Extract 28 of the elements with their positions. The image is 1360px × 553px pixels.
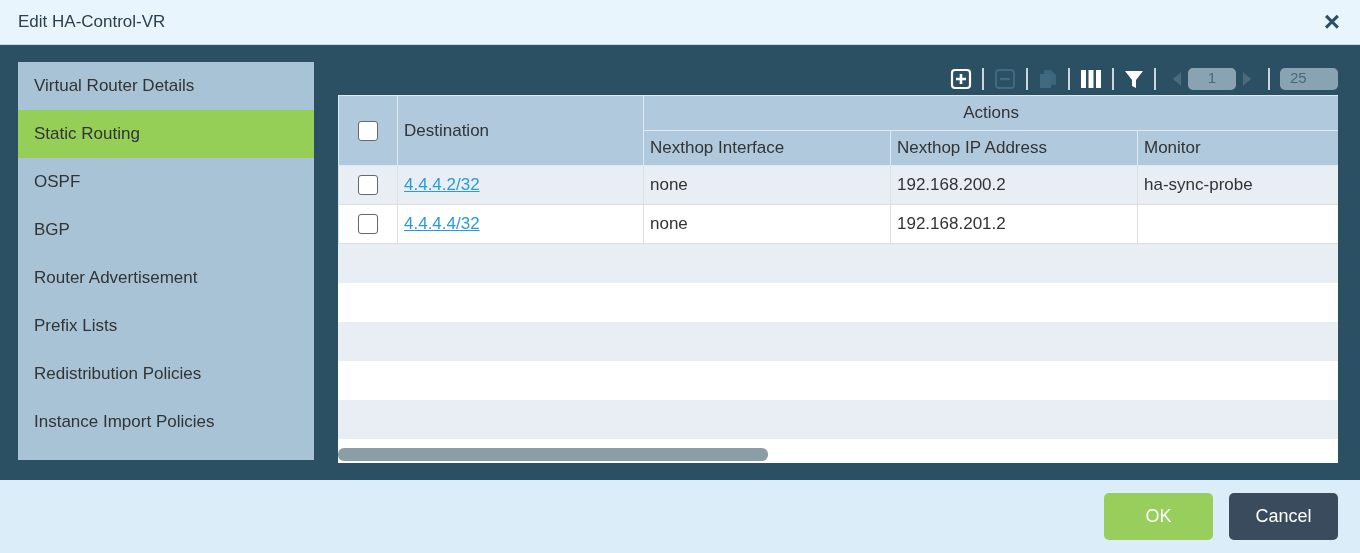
- sidebar-item[interactable]: Virtual Router Details: [18, 62, 314, 110]
- dialog-title: Edit HA-Control-VR: [18, 11, 166, 34]
- column-header: Nexthop IP Address: [890, 130, 1138, 166]
- table-cell: none: [650, 214, 688, 234]
- close-button[interactable]: ×: [1321, 8, 1342, 36]
- table-cell: 192.168.201.2: [897, 214, 1006, 234]
- sidebar-item[interactable]: Instance Import Policies: [18, 398, 314, 446]
- sidebar-item[interactable]: Prefix Lists: [18, 302, 314, 350]
- add-button[interactable]: [950, 67, 972, 90]
- checkbox[interactable]: [358, 120, 378, 141]
- column-header: Destination: [397, 95, 644, 166]
- filter-button[interactable]: [1124, 68, 1144, 89]
- sidebar-item[interactable]: Static Routing: [18, 110, 314, 158]
- sidebar-item[interactable]: Redistribution Policies: [18, 350, 314, 398]
- columns-button[interactable]: [1080, 68, 1102, 89]
- column-group-header: Actions: [643, 95, 1338, 131]
- sidebar-item[interactable]: Router Advertisement: [18, 254, 314, 302]
- checkbox[interactable]: [358, 214, 378, 234]
- table-cell: ha-sync-probe: [1144, 175, 1253, 195]
- sidebar-item[interactable]: BGP: [18, 206, 314, 254]
- cancel-button[interactable]: Cancel: [1229, 493, 1338, 540]
- column-header: Nexthop Interface: [643, 130, 891, 166]
- table-cell: 192.168.200.2: [897, 175, 1006, 195]
- sidebar-item[interactable]: OSPF: [18, 158, 314, 206]
- checkbox[interactable]: [358, 175, 378, 195]
- table-cell: none: [650, 175, 688, 195]
- scrollbar[interactable]: [338, 448, 768, 461]
- column-header: Monitor: [1137, 130, 1338, 166]
